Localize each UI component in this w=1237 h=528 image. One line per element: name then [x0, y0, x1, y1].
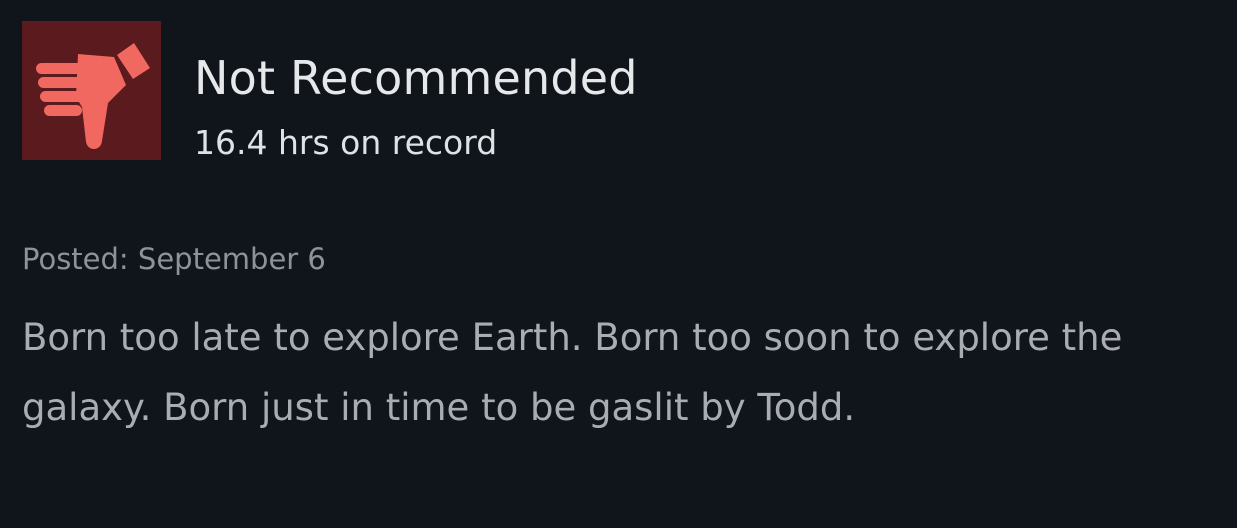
posted-date: Posted: September 6 [22, 242, 326, 276]
review-card: Not Recommended 16.4 hrs on record Poste… [0, 0, 1237, 528]
thumbs-down-icon [22, 21, 161, 160]
review-verdict: Not Recommended [194, 51, 638, 105]
review-body: Born too late to explore Earth. Born too… [22, 316, 1123, 429]
playtime-hours: 16.4 hrs on record [194, 123, 498, 162]
